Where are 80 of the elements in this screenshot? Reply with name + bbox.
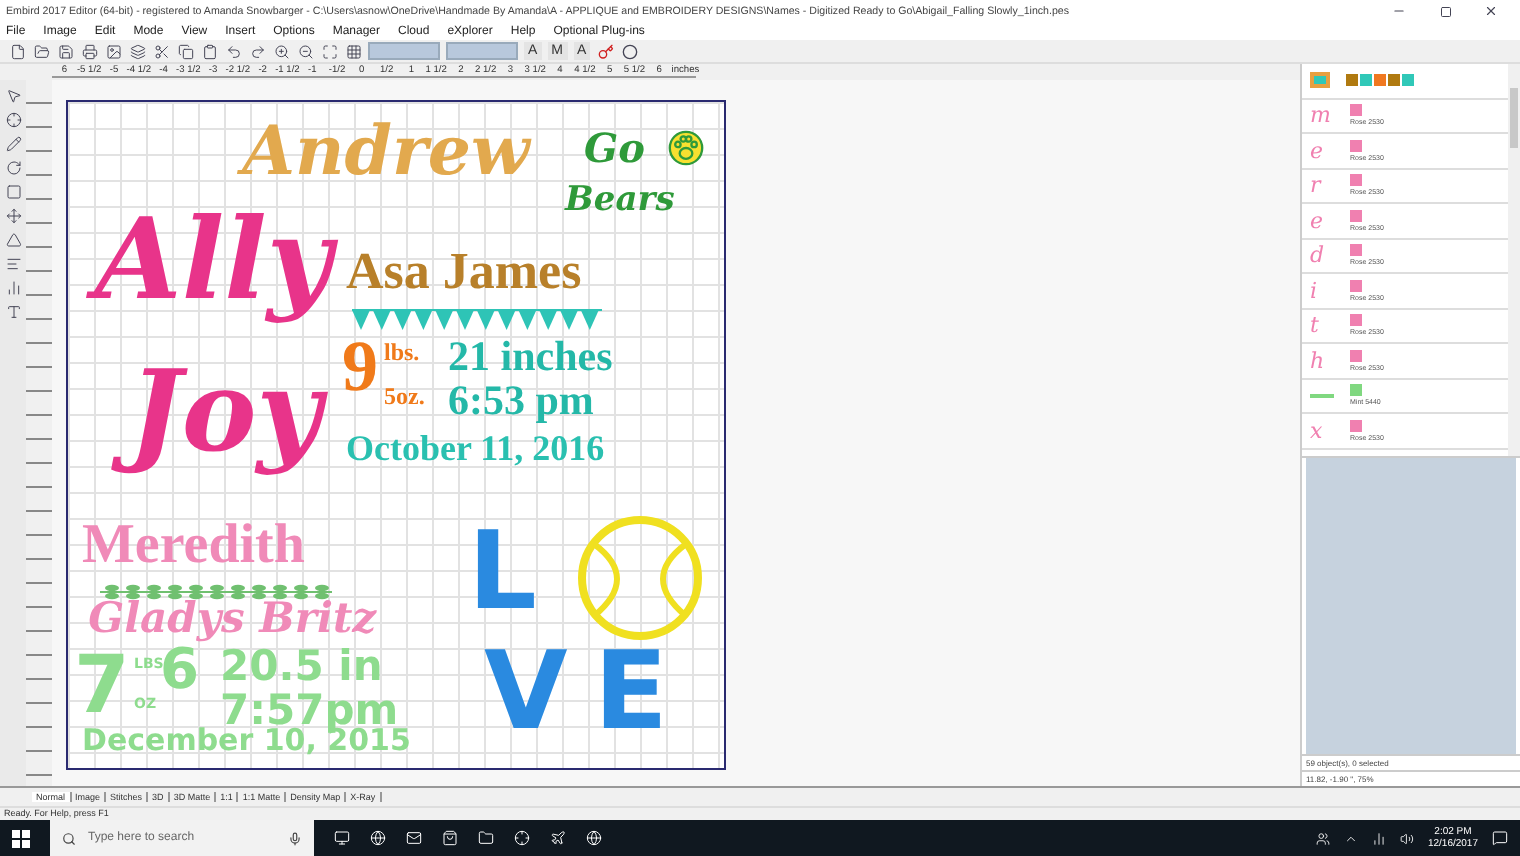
- signal-icon: [1371, 831, 1386, 845]
- folder-open-button[interactable]: [32, 42, 50, 60]
- maximize-icon: [1439, 5, 1451, 17]
- maximize-button[interactable]: [1436, 2, 1454, 20]
- embroidery-text: 9: [342, 330, 378, 402]
- type-tool[interactable]: [4, 302, 22, 320]
- crosshair-tool[interactable]: [4, 110, 22, 128]
- zoom-in-button[interactable]: [272, 42, 290, 60]
- design-thumbnail-icon: [1310, 72, 1330, 89]
- globe-icon: [586, 830, 602, 846]
- align-tool[interactable]: [4, 254, 22, 272]
- embroidery-text: L: [468, 518, 537, 626]
- embroidery-text: 20.5 in: [220, 646, 383, 688]
- letter-preview: i: [1310, 277, 1320, 304]
- letter-preview: h: [1310, 347, 1327, 374]
- embroidery-text: October 11, 2016: [346, 430, 605, 466]
- file-button[interactable]: [8, 42, 26, 60]
- volume-icon: [1399, 831, 1414, 845]
- embroidery-text: 6:53 pm: [448, 380, 594, 422]
- redo-button[interactable]: [248, 42, 266, 60]
- line-preview-icon: [1310, 393, 1334, 398]
- cut-button[interactable]: [152, 42, 170, 60]
- pointer-tool[interactable]: [4, 86, 22, 104]
- embroidery-text: Andrew: [232, 114, 544, 206]
- color-field[interactable]: [368, 42, 440, 60]
- circle-button[interactable]: [620, 42, 639, 60]
- microphone-icon: [288, 831, 302, 845]
- letter-preview: e: [1310, 137, 1326, 164]
- paste-button[interactable]: [200, 42, 218, 60]
- paw-print-icon: [668, 130, 704, 166]
- embroidery-text: V: [484, 638, 568, 746]
- globe-icon: [370, 830, 386, 846]
- people-icon: [1315, 831, 1330, 845]
- windows-logo-icon[interactable]: [12, 829, 30, 847]
- embroidery-text: 7: [74, 646, 130, 726]
- letter-preview: t: [1310, 312, 1321, 339]
- letter-preview: e: [1310, 207, 1326, 234]
- embroidery-text: Meredith: [82, 518, 305, 574]
- letter-preview: r: [1310, 172, 1324, 199]
- close-button[interactable]: [1482, 2, 1500, 20]
- embroidery-text: E: [594, 638, 668, 746]
- mail-icon: [406, 830, 422, 846]
- grid-button[interactable]: [344, 42, 362, 60]
- embroidery-text: 6: [160, 642, 199, 698]
- copy-button[interactable]: [176, 42, 194, 60]
- triangle-tool[interactable]: [4, 230, 22, 248]
- notification-icon: [1492, 830, 1508, 846]
- move-tool[interactable]: [4, 206, 22, 224]
- rotate-tool[interactable]: [4, 158, 22, 176]
- search-icon: [62, 831, 76, 845]
- letter-preview: d: [1310, 242, 1327, 269]
- chevron-up-icon: [1343, 831, 1358, 845]
- embroidery-text: lbs.: [384, 340, 420, 364]
- shopping-bag-icon: [442, 830, 458, 846]
- embroidery-text: 21 inches: [448, 336, 613, 378]
- plane-icon: [550, 830, 566, 846]
- embroidery-text: 5oz.: [384, 384, 425, 408]
- crosshair-icon: [514, 830, 530, 846]
- tennis-ball-drawing: [578, 516, 702, 640]
- embroidery-text: Bears: [562, 182, 677, 224]
- monitor-icon: [334, 830, 350, 846]
- folder-icon: [478, 830, 494, 846]
- embroidery-text: Joy: [112, 350, 344, 502]
- embroidery-text: Gladys Britz: [86, 594, 379, 646]
- printer-button[interactable]: [80, 42, 98, 60]
- letter-preview: x: [1310, 417, 1325, 444]
- embroidery-text: Go: [582, 126, 647, 176]
- zoom-out-button[interactable]: [296, 42, 314, 60]
- minimize-icon: [1392, 4, 1406, 18]
- letter-preview: m: [1310, 102, 1333, 129]
- image-button[interactable]: [104, 42, 122, 60]
- undo-button[interactable]: [224, 42, 242, 60]
- color-field[interactable]: [446, 42, 518, 60]
- pencil-tool[interactable]: [4, 134, 22, 152]
- chart-tool[interactable]: [4, 278, 22, 296]
- scrollbar[interactable]: [1508, 64, 1520, 456]
- save-button[interactable]: [56, 42, 74, 60]
- key-button[interactable]: [596, 42, 615, 60]
- close-icon: [1484, 4, 1498, 18]
- layers-button[interactable]: [128, 42, 146, 60]
